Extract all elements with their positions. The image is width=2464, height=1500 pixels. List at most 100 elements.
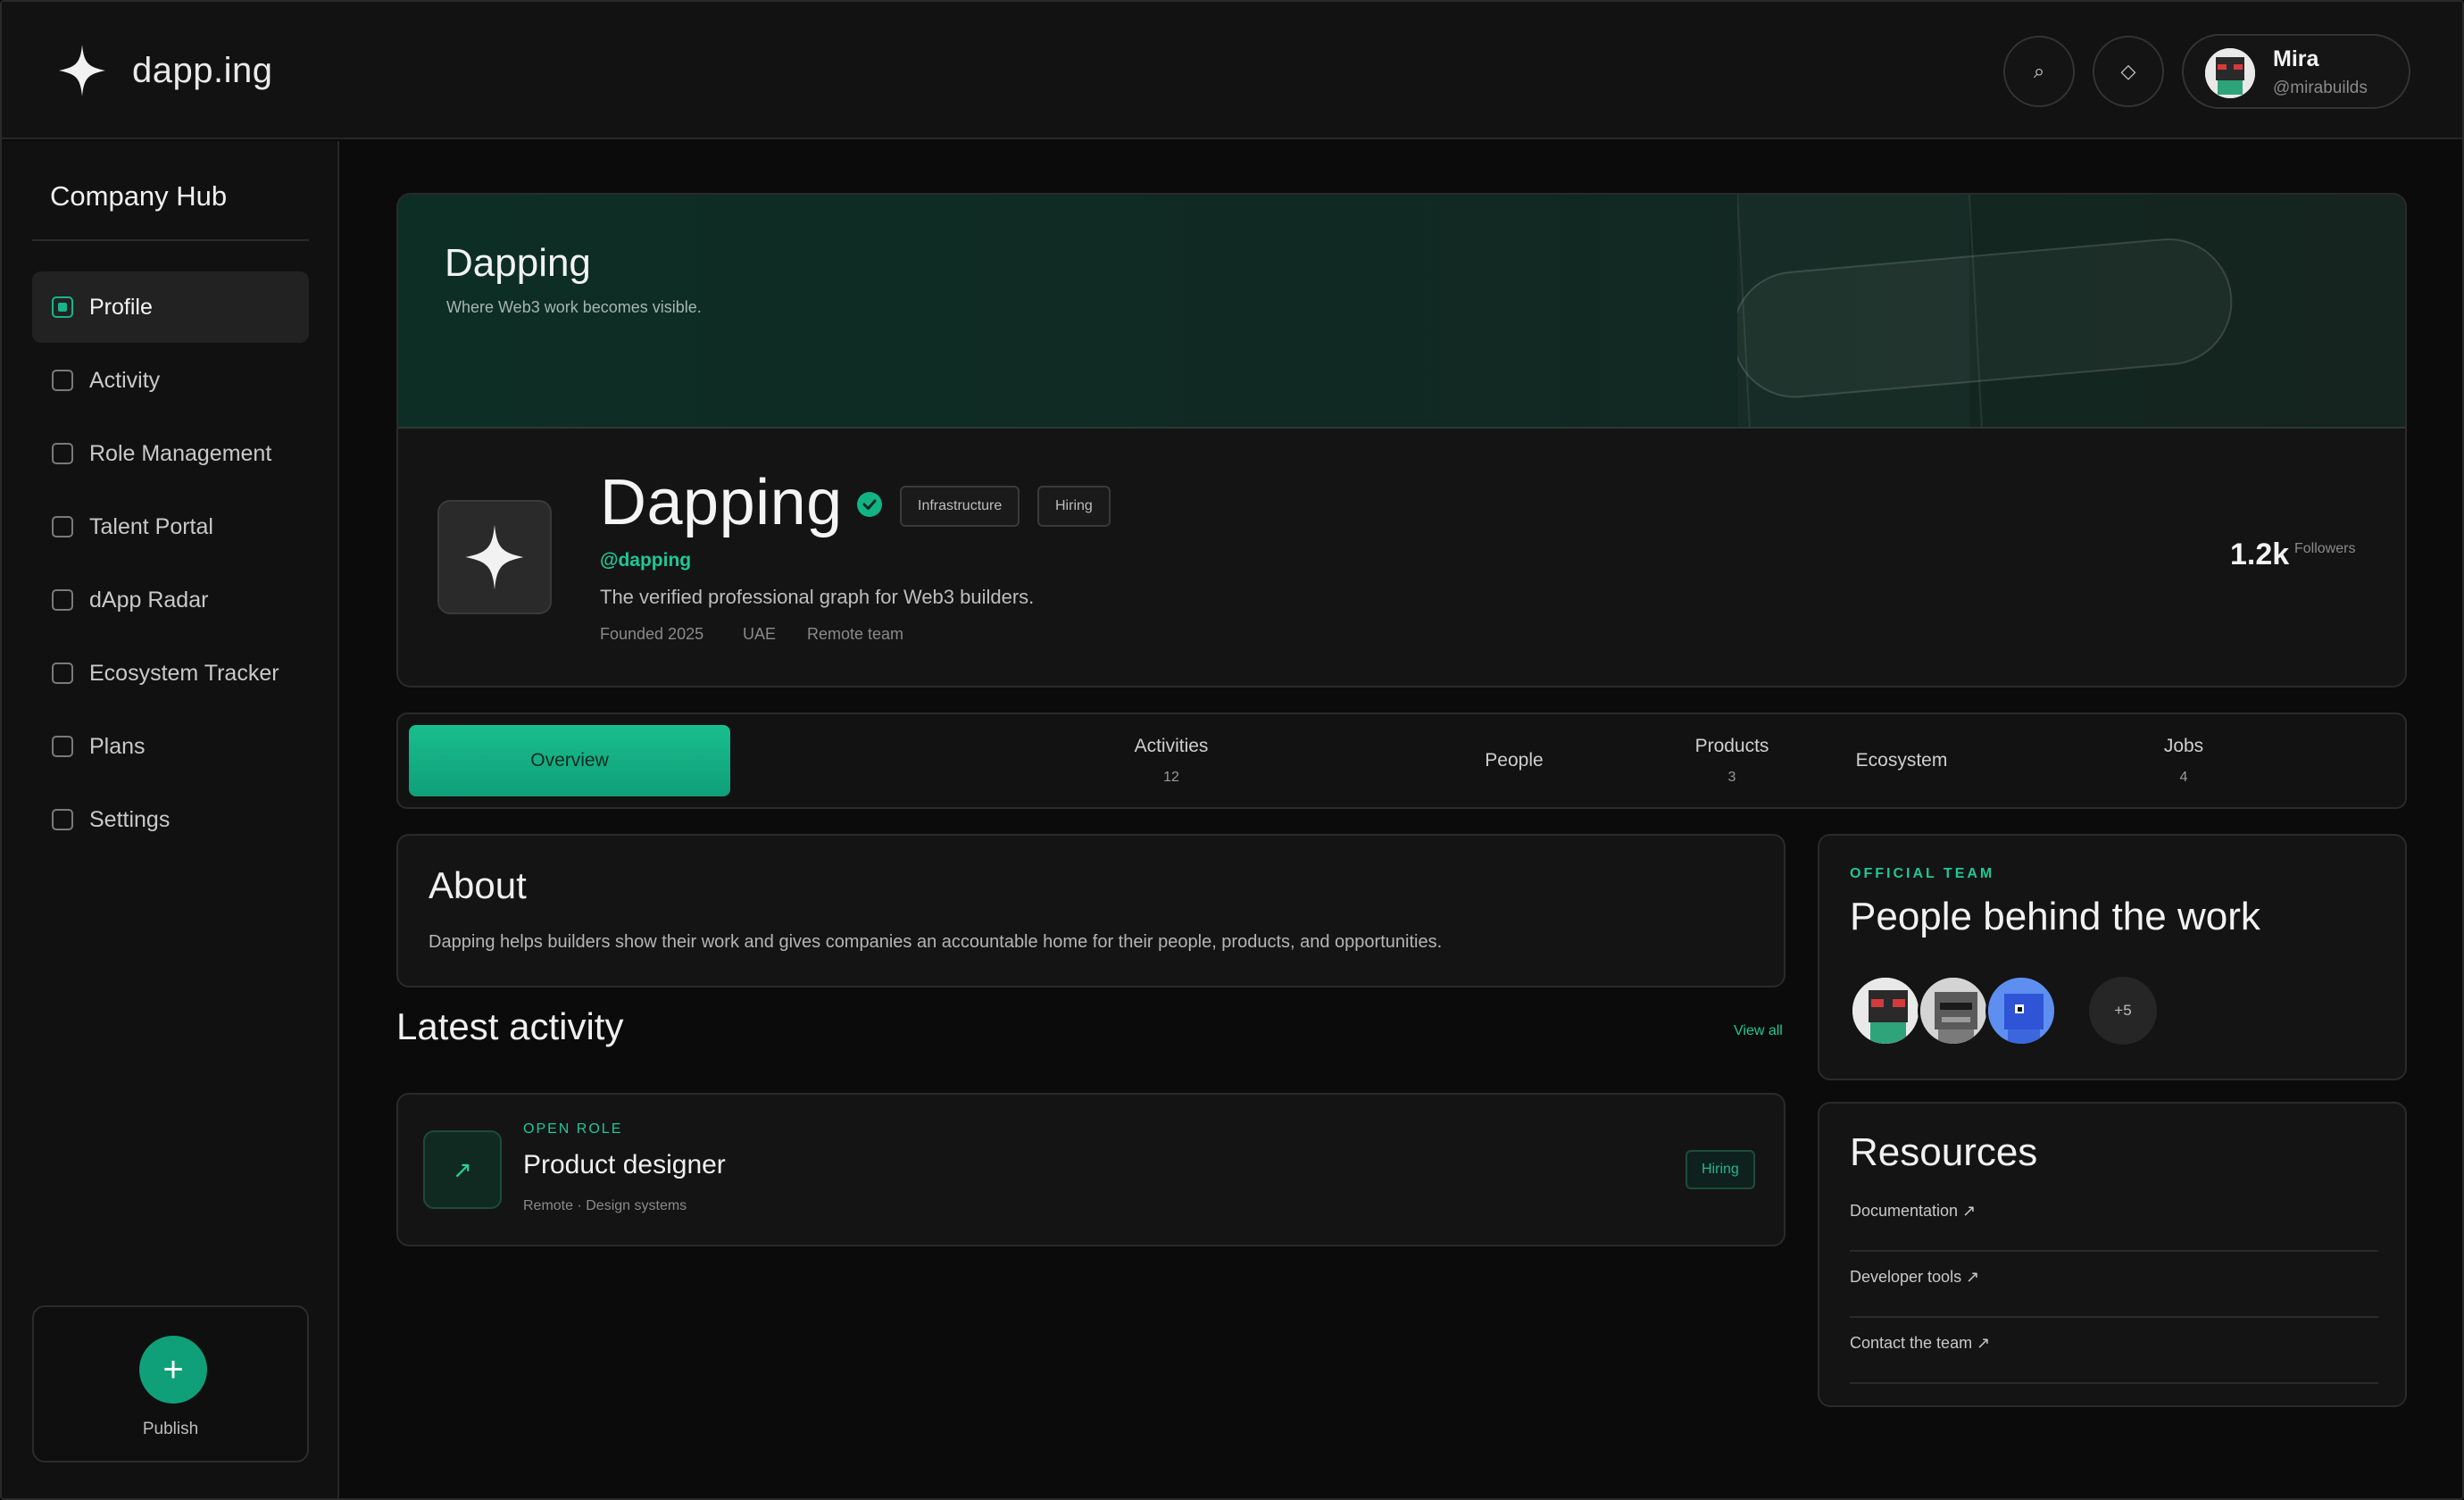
- sidebar-item-label: Talent Portal: [89, 513, 213, 539]
- arrow-up-right-icon: ↗: [423, 1130, 502, 1209]
- tab-ecosystem[interactable]: Ecosystem: [1786, 725, 2018, 796]
- wallet-button[interactable]: ◇: [2093, 36, 2164, 107]
- team-title: People behind the work: [1850, 895, 2260, 938]
- sidebar-item-label: Activity: [89, 367, 161, 393]
- diamond-icon: ◇: [2120, 60, 2136, 82]
- user-handle: @mirabuilds: [2273, 79, 2368, 97]
- brand[interactable]: dapp.ing: [57, 43, 272, 98]
- about-card: About Dapping helps builders show their …: [396, 834, 1786, 988]
- view-all-link[interactable]: View all: [1734, 1023, 1783, 1039]
- followers-label: Followers: [2294, 541, 2356, 556]
- team-avatar[interactable]: [1850, 975, 1921, 1046]
- meta-location: UAE: [743, 625, 777, 643]
- meta-team: Remote team: [807, 625, 904, 643]
- resource-link-documentation[interactable]: Documentation ↗: [1850, 1186, 2378, 1252]
- activity-eyebrow: OPEN ROLE: [523, 1121, 623, 1137]
- sidebar-title: Company Hub: [50, 180, 228, 212]
- sidebar-item-label: Profile: [89, 294, 153, 320]
- company-name: Dapping: [600, 467, 843, 538]
- tab-label: Activities: [1134, 736, 1209, 756]
- nav-checkbox-icon: [52, 296, 73, 318]
- sidebar-item-plans[interactable]: Plans: [32, 711, 309, 782]
- hiring-badge: Hiring: [1686, 1150, 1755, 1189]
- sidebar-item-ecosystem-tracker[interactable]: Ecosystem Tracker: [32, 638, 309, 709]
- tab-jobs[interactable]: Jobs 4: [2068, 725, 2300, 796]
- activity-meta: Remote · Design systems: [523, 1198, 687, 1213]
- sidebar-item-activity[interactable]: Activity: [32, 345, 309, 416]
- sidebar-item-talent-portal[interactable]: Talent Portal: [32, 491, 309, 562]
- banner-subtitle: Where Web3 work becomes visible.: [446, 298, 702, 316]
- resource-link-developer-tools[interactable]: Developer tools ↗: [1850, 1252, 2378, 1318]
- activity-item[interactable]: ↗ OPEN ROLE Product designer Remote · De…: [396, 1093, 1786, 1246]
- team-card: OFFICIAL TEAM People behind the work +5: [1818, 834, 2407, 1080]
- resources-card: Resources Documentation ↗ Developer tool…: [1818, 1102, 2407, 1407]
- resource-link-label: Contact the team ↗: [1850, 1334, 1991, 1352]
- resource-link-label: Documentation ↗: [1850, 1202, 1977, 1220]
- tab-label: Jobs: [2163, 736, 2204, 756]
- nav-checkbox-icon: [52, 589, 73, 611]
- search-button[interactable]: ⌕: [2003, 36, 2075, 107]
- latest-activity-title: Latest activity: [396, 1005, 624, 1047]
- team-eyebrow: OFFICIAL TEAM: [1850, 866, 1995, 881]
- company-banner: Dapping Where Web3 work becomes visible.: [398, 195, 2405, 429]
- sidebar-item-settings[interactable]: Settings: [32, 784, 309, 855]
- nav-checkbox-icon: [52, 443, 73, 464]
- about-text: Dapping helps builders show their work a…: [429, 932, 1443, 952]
- profile-tabs: Overview Activities 12 People Products 3…: [396, 712, 2407, 809]
- about-title: About: [429, 864, 527, 906]
- sidebar-item-label: Ecosystem Tracker: [89, 660, 279, 686]
- resources-title: Resources: [1850, 1130, 2038, 1174]
- nav-checkbox-icon: [52, 516, 73, 538]
- company-handle[interactable]: @dapping: [600, 550, 691, 571]
- resource-link-contact[interactable]: Contact the team ↗: [1850, 1318, 2378, 1384]
- sidebar: Company Hub Profile Activity Role Manage…: [2, 141, 339, 1498]
- company-tagline: The verified professional graph for Web3…: [600, 586, 1035, 608]
- nav-checkbox-icon: [52, 662, 73, 684]
- tab-count: 12: [1163, 770, 1179, 785]
- sidebar-divider: [32, 239, 309, 241]
- sidebar-item-dapp-radar[interactable]: dApp Radar: [32, 564, 309, 636]
- team-avatar[interactable]: [1918, 975, 1989, 1046]
- followers-count[interactable]: 1.2k: [2230, 538, 2289, 572]
- team-avatar[interactable]: [1985, 975, 2057, 1046]
- brand-name: dapp.ing: [132, 50, 273, 90]
- app-window: dapp.ing ⌕ ◇ Mira @mirabuilds Company Hu: [0, 0, 2464, 1500]
- user-menu[interactable]: Mira @mirabuilds: [2182, 34, 2410, 109]
- tab-people[interactable]: People: [1398, 725, 1630, 796]
- meta-founded: Founded 2025: [600, 625, 704, 643]
- tab-label: Ecosystem: [1855, 750, 1948, 771]
- sidebar-item-role-management[interactable]: Role Management: [32, 418, 309, 489]
- resource-link-label: Developer tools ↗: [1850, 1268, 1980, 1286]
- publish-label: Publish: [142, 1420, 199, 1438]
- company-hero: Dapping Where Web3 work becomes visible.…: [396, 193, 2407, 688]
- activity-title: Product designer: [523, 1150, 726, 1179]
- tab-overview[interactable]: Overview: [409, 725, 730, 796]
- tab-label: People: [1485, 750, 1544, 771]
- tag-hiring: Hiring: [1037, 486, 1111, 527]
- sparkle-logo-icon: [59, 45, 105, 96]
- plus-icon: +: [162, 1349, 184, 1389]
- nav-checkbox-icon: [52, 809, 73, 830]
- banner-decoration: [1737, 195, 2233, 427]
- company-logo: [437, 500, 552, 614]
- user-avatar: [2205, 48, 2255, 98]
- tab-activities[interactable]: Activities 12: [1055, 725, 1287, 796]
- verified-badge-icon: [857, 492, 882, 517]
- tab-count: 4: [2179, 770, 2188, 785]
- nav-checkbox-icon: [52, 370, 73, 391]
- sidebar-item-profile[interactable]: Profile: [32, 271, 309, 343]
- sparkle-logo-icon: [465, 524, 524, 590]
- sidebar-item-label: Plans: [89, 733, 146, 759]
- search-icon: ⌕: [2033, 60, 2045, 82]
- user-name: Mira: [2273, 46, 2319, 71]
- sidebar-item-label: dApp Radar: [89, 587, 209, 612]
- sidebar-item-label: Role Management: [89, 440, 272, 466]
- nav-checkbox-icon: [52, 736, 73, 757]
- tab-label: Overview: [530, 750, 609, 771]
- more-members-badge[interactable]: +5: [2089, 977, 2157, 1045]
- top-header: dapp.ing ⌕ ◇ Mira @mirabuilds: [2, 2, 2462, 139]
- banner-title: Dapping: [445, 241, 591, 285]
- sidebar-item-label: Settings: [89, 806, 171, 832]
- tag-infrastructure: Infrastructure: [900, 486, 1020, 527]
- publish-button[interactable]: +: [139, 1336, 207, 1404]
